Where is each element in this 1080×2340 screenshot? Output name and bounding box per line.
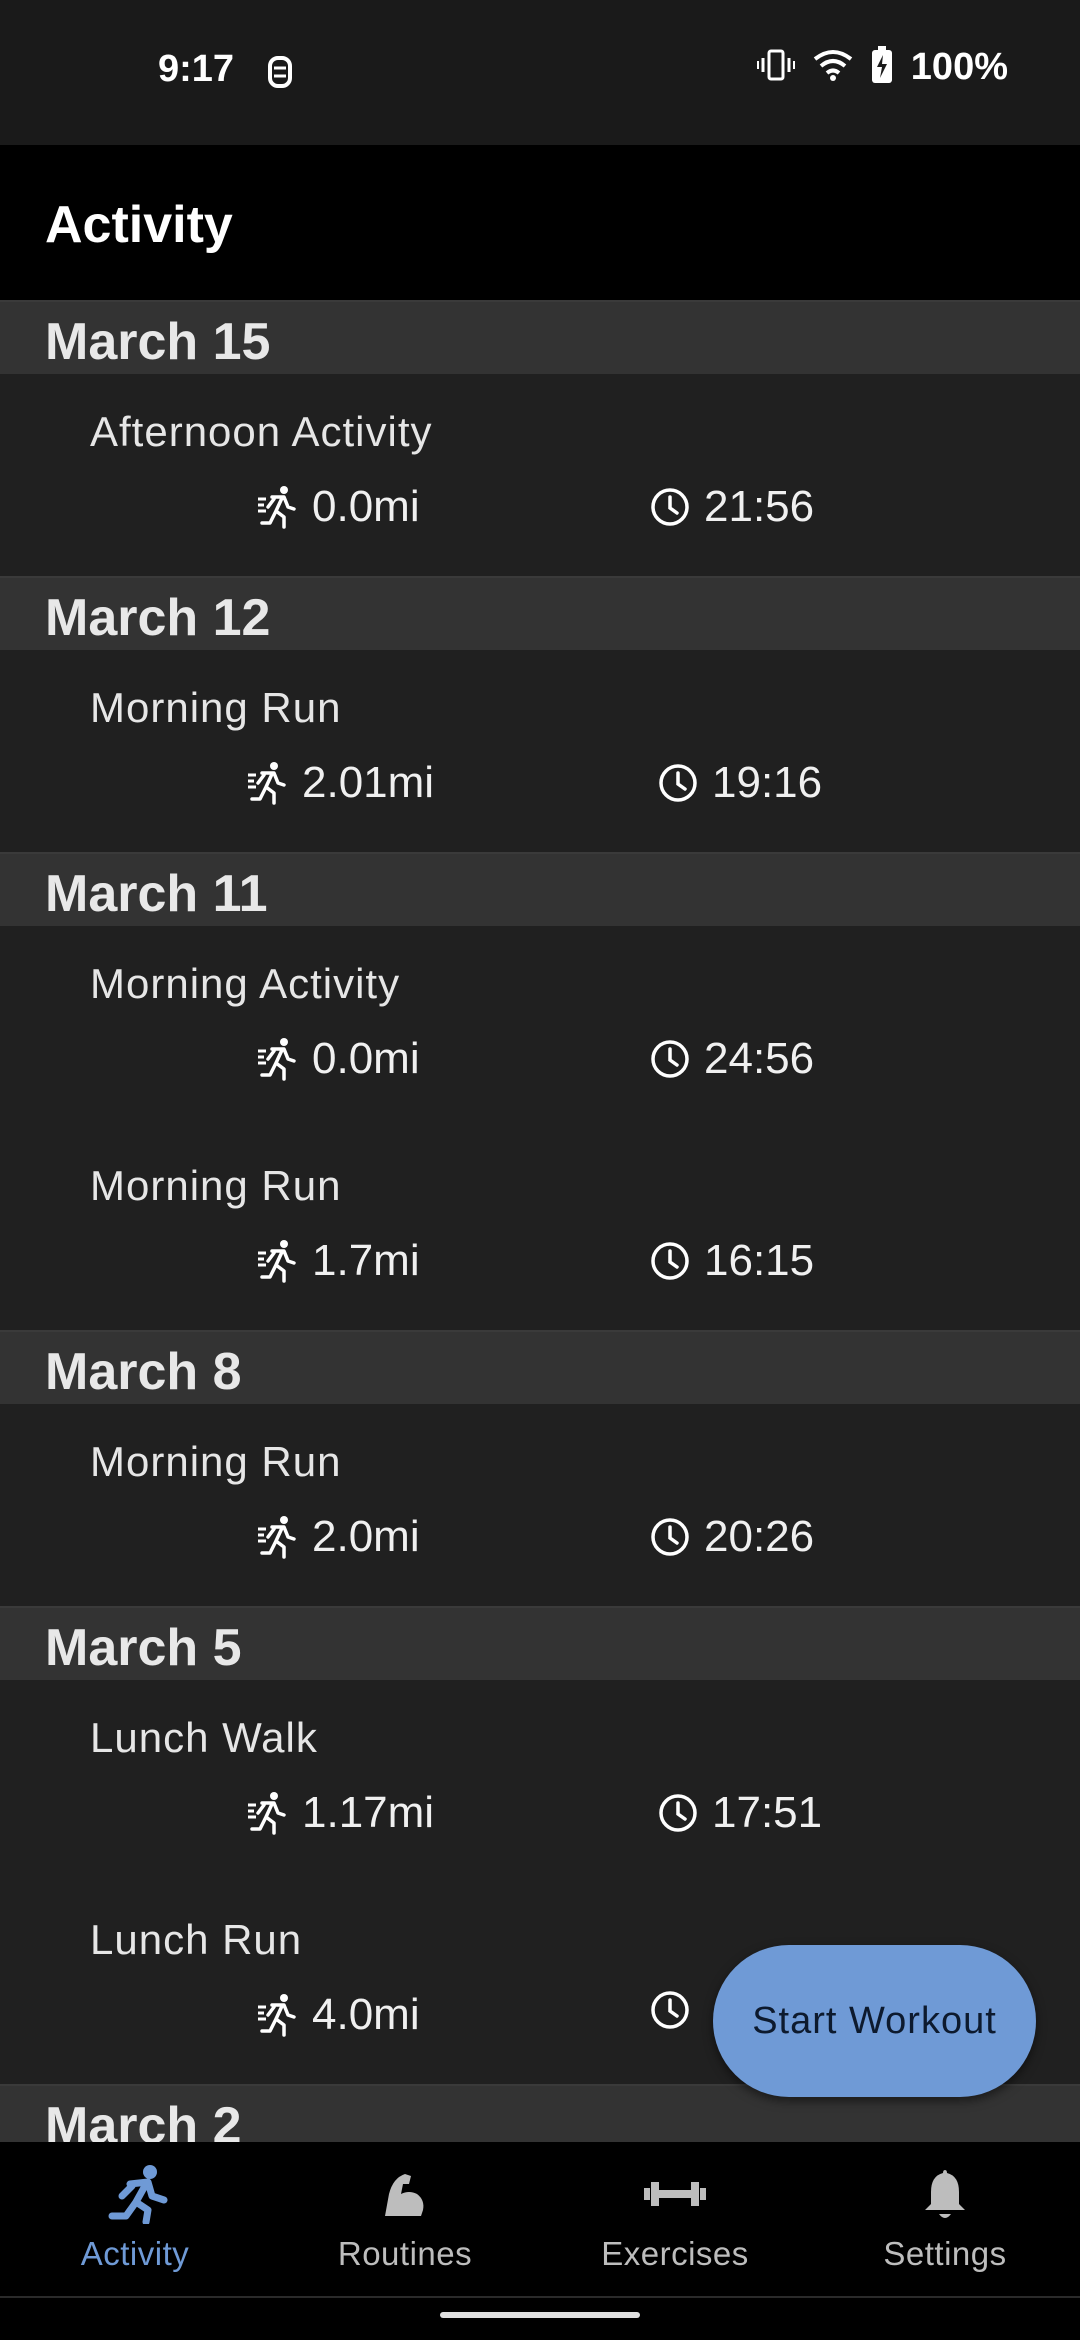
- battery-percent: 100%: [910, 46, 1008, 88]
- duration-stat: 21:56: [650, 482, 814, 532]
- distance-value: 1.17mi: [302, 1788, 435, 1837]
- nav-label: Exercises: [601, 2235, 749, 2272]
- duration-stat: 19:16: [658, 758, 822, 808]
- running-icon: [258, 1239, 298, 1283]
- nav-label: Activity: [80, 2235, 190, 2272]
- distance-value: 0.0mi: [312, 482, 420, 531]
- duration-stat: 20:26: [650, 1512, 814, 1562]
- distance-value: 2.0mi: [312, 1512, 420, 1561]
- dumbbell-icon: [640, 2164, 710, 2229]
- distance-stat: 2.01mi: [248, 758, 434, 808]
- home-gesture-bar[interactable]: [440, 2312, 640, 2318]
- activity-item[interactable]: Lunch Walk 1.17mi 17:51: [0, 1680, 1080, 1882]
- gesture-area: [0, 2298, 1080, 2340]
- nav-item-exercises[interactable]: Exercises: [540, 2142, 810, 2298]
- activity-name: Morning Run: [90, 1438, 342, 1485]
- running-icon: [258, 485, 298, 529]
- run-icon: [100, 2164, 170, 2229]
- running-icon: [258, 1993, 298, 2037]
- activity-item[interactable]: Morning Run 2.0mi 20:26: [0, 1404, 1080, 1606]
- page-title: Activity: [45, 196, 233, 254]
- duration-value: 24:56: [704, 1034, 815, 1083]
- duration-stat: 17:51: [658, 1788, 822, 1838]
- distance-stat: 0.0mi: [258, 1034, 420, 1084]
- running-icon: [258, 1037, 298, 1081]
- activity-item[interactable]: Afternoon Activity 0.0mi 21:56: [0, 374, 1080, 576]
- activity-name: Morning Run: [90, 1162, 342, 1209]
- arm-icon: [375, 2164, 435, 2229]
- distance-stat: 4.0mi: [258, 1990, 420, 2040]
- distance-stat: 1.17mi: [248, 1788, 434, 1838]
- clock-icon: [650, 1517, 690, 1557]
- date-header: March 12: [0, 576, 1080, 650]
- date-header: March 15: [0, 300, 1080, 374]
- nav-label: Routines: [337, 2235, 473, 2272]
- distance-value: 2.01mi: [302, 758, 435, 807]
- nav-item-settings[interactable]: Settings: [810, 2142, 1080, 2298]
- running-icon: [248, 761, 288, 805]
- vibrate-icon: [756, 48, 795, 87]
- screen-record-icon: [264, 52, 296, 92]
- activity-name: Morning Activity: [90, 960, 401, 1007]
- clock-icon: [650, 1241, 690, 1281]
- clock-icon: [650, 487, 690, 527]
- distance-value: 0.0mi: [312, 1034, 420, 1083]
- status-bar: 9:17 100%: [0, 0, 1080, 145]
- distance-stat: 0.0mi: [258, 482, 420, 532]
- distance-value: 1.7mi: [312, 1236, 420, 1285]
- clock-icon: [658, 1793, 698, 1833]
- running-icon: [248, 1791, 288, 1835]
- duration-stat: [650, 1990, 704, 2030]
- clock-icon: [650, 1039, 690, 1079]
- activity-name: Afternoon Activity: [90, 408, 433, 455]
- activity-item[interactable]: Morning Activity 0.0mi 24:56: [0, 926, 1080, 1128]
- date-header: March 8: [0, 1330, 1080, 1404]
- nav-item-activity[interactable]: Activity: [0, 2142, 270, 2298]
- running-icon: [258, 1515, 298, 1559]
- distance-stat: 1.7mi: [258, 1236, 420, 1286]
- start-workout-button[interactable]: Start Workout: [713, 1945, 1036, 2097]
- distance-value: 4.0mi: [312, 1990, 420, 2039]
- wifi-icon: [813, 49, 853, 86]
- clock-icon: [650, 1990, 690, 2030]
- activity-list[interactable]: March 15 Afternoon Activity 0.0mi 21:56 …: [0, 300, 1080, 2142]
- app-bar: Activity: [0, 145, 1080, 300]
- duration-value: 17:51: [712, 1788, 823, 1837]
- activity-name: Lunch Run: [90, 1916, 303, 1963]
- duration-value: 20:26: [704, 1512, 815, 1561]
- duration-value: 19:16: [712, 758, 823, 807]
- battery-charging-icon: [871, 46, 893, 89]
- duration-value: 16:15: [704, 1236, 815, 1285]
- clock-icon: [658, 763, 698, 803]
- date-header: March 5: [0, 1606, 1080, 1680]
- status-time: 9:17: [158, 48, 235, 90]
- distance-stat: 2.0mi: [258, 1512, 420, 1562]
- duration-stat: 16:15: [650, 1236, 814, 1286]
- date-header: March 11: [0, 852, 1080, 926]
- status-icons: 100%: [756, 46, 1008, 89]
- activity-name: Morning Run: [90, 684, 342, 731]
- duration-stat: 24:56: [650, 1034, 814, 1084]
- nav-label: Settings: [883, 2235, 1007, 2272]
- bottom-nav: Activity Routines Exercises Settings: [0, 2142, 1080, 2298]
- activity-item[interactable]: Morning Run 2.01mi 19:16: [0, 650, 1080, 852]
- activity-name: Lunch Walk: [90, 1714, 318, 1761]
- activity-item[interactable]: Morning Run 1.7mi 16:15: [0, 1128, 1080, 1330]
- nav-item-routines[interactable]: Routines: [270, 2142, 540, 2298]
- bell-icon: [915, 2164, 975, 2229]
- duration-value: 21:56: [704, 482, 815, 531]
